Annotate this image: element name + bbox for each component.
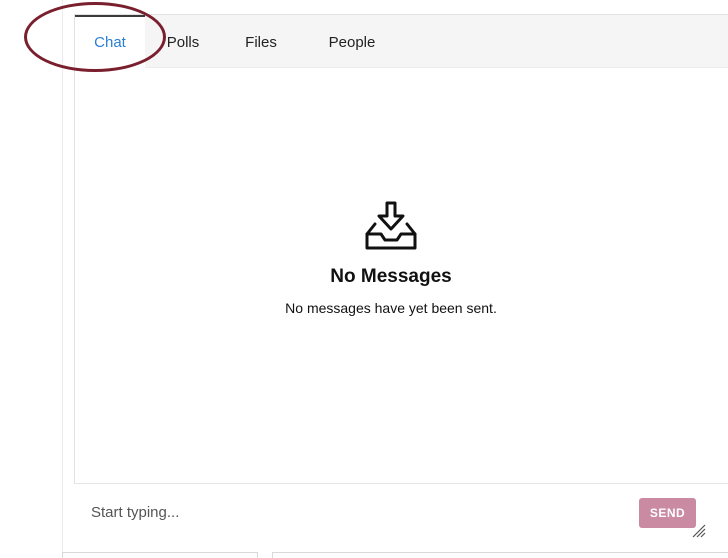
bottom-panel-right bbox=[272, 552, 728, 558]
empty-state-title: No Messages bbox=[330, 266, 452, 287]
tab-bar: Chat Polls Files People bbox=[75, 15, 728, 68]
tab-files[interactable]: Files bbox=[235, 15, 287, 68]
inbox-download-icon bbox=[365, 201, 417, 250]
empty-state-subtitle: No messages have yet been sent. bbox=[285, 300, 497, 316]
send-button[interactable]: SEND bbox=[639, 498, 696, 528]
tab-polls[interactable]: Polls bbox=[157, 15, 209, 68]
resize-handle-icon[interactable] bbox=[690, 522, 706, 538]
bottom-panel-left bbox=[62, 552, 258, 558]
tab-chat[interactable]: Chat bbox=[75, 15, 145, 68]
message-composer: SEND bbox=[74, 483, 728, 539]
left-divider bbox=[62, 0, 63, 558]
empty-state: No Messages No messages have yet been se… bbox=[74, 200, 708, 316]
tab-people[interactable]: People bbox=[315, 15, 389, 68]
message-input[interactable] bbox=[91, 504, 611, 521]
